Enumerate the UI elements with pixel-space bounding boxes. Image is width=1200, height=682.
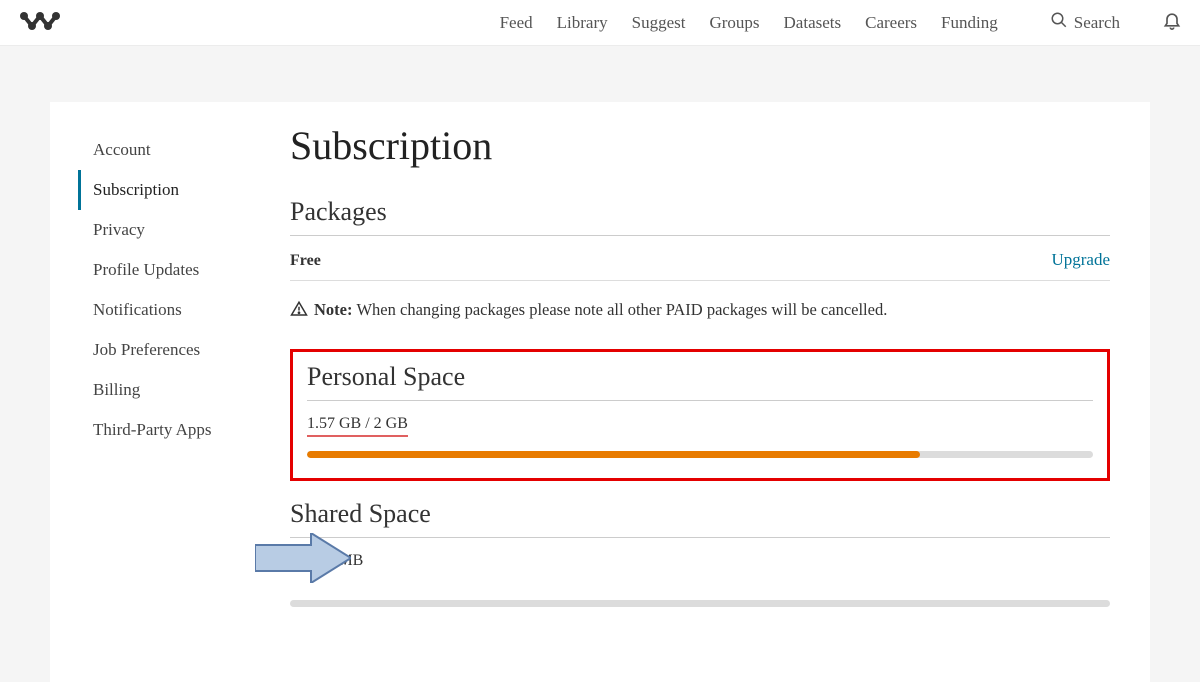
note-label: Note: bbox=[314, 295, 352, 325]
nav-suggest[interactable]: Suggest bbox=[632, 13, 686, 33]
settings-sidebar: Account Subscription Privacy Profile Upd… bbox=[50, 102, 270, 682]
personal-space-progress-fill bbox=[307, 451, 920, 458]
app-logo[interactable] bbox=[18, 10, 62, 36]
sidebar-item-job-preferences[interactable]: Job Preferences bbox=[78, 330, 270, 370]
sidebar-item-label: Job Preferences bbox=[93, 340, 200, 359]
sidebar-item-label: Privacy bbox=[93, 220, 145, 239]
sidebar-item-third-party-apps[interactable]: Third-Party Apps bbox=[78, 410, 270, 450]
sidebar-item-label: Notifications bbox=[93, 300, 182, 319]
personal-space-heading: Personal Space bbox=[307, 362, 1093, 401]
personal-space-usage: 1.57 GB / 2 GB bbox=[307, 415, 408, 437]
nav-library[interactable]: Library bbox=[557, 13, 608, 33]
sidebar-item-account[interactable]: Account bbox=[78, 130, 270, 170]
nav-datasets[interactable]: Datasets bbox=[784, 13, 842, 33]
packages-heading: Packages bbox=[290, 197, 1110, 236]
nav-funding[interactable]: Funding bbox=[941, 13, 998, 33]
sidebar-item-label: Subscription bbox=[93, 180, 179, 199]
sidebar-item-profile-updates[interactable]: Profile Updates bbox=[78, 250, 270, 290]
search-button[interactable]: Search bbox=[1050, 11, 1120, 34]
notifications-bell-icon[interactable] bbox=[1162, 10, 1182, 35]
shared-space-heading: Shared Space bbox=[290, 499, 1110, 538]
personal-space-progress bbox=[307, 451, 1093, 458]
nav-careers[interactable]: Careers bbox=[865, 13, 917, 33]
current-package: Free bbox=[290, 252, 321, 270]
sidebar-item-label: Billing bbox=[93, 380, 140, 399]
page-title: Subscription bbox=[290, 122, 1110, 169]
shared-space-usage: 0 / 100 MB bbox=[290, 552, 363, 572]
sidebar-item-subscription[interactable]: Subscription bbox=[78, 170, 270, 210]
sidebar-item-privacy[interactable]: Privacy bbox=[78, 210, 270, 250]
search-label: Search bbox=[1074, 13, 1120, 33]
sidebar-item-notifications[interactable]: Notifications bbox=[78, 290, 270, 330]
personal-space-highlight: Personal Space 1.57 GB / 2 GB bbox=[290, 349, 1110, 481]
main-content: Subscription Packages Free Upgrade Note: bbox=[270, 102, 1150, 682]
shared-space-progress bbox=[290, 600, 1110, 607]
warning-icon bbox=[290, 300, 308, 318]
sidebar-item-label: Profile Updates bbox=[93, 260, 199, 279]
sidebar-item-billing[interactable]: Billing bbox=[78, 370, 270, 410]
note-text: When changing packages please note all o… bbox=[356, 295, 887, 325]
upgrade-link[interactable]: Upgrade bbox=[1051, 250, 1110, 270]
top-nav: Feed Library Suggest Groups Datasets Car… bbox=[0, 0, 1200, 46]
nav-groups[interactable]: Groups bbox=[709, 13, 759, 33]
nav-feed[interactable]: Feed bbox=[500, 13, 533, 33]
sidebar-item-label: Account bbox=[93, 140, 151, 159]
search-icon bbox=[1050, 11, 1068, 34]
sidebar-item-label: Third-Party Apps bbox=[93, 420, 212, 439]
